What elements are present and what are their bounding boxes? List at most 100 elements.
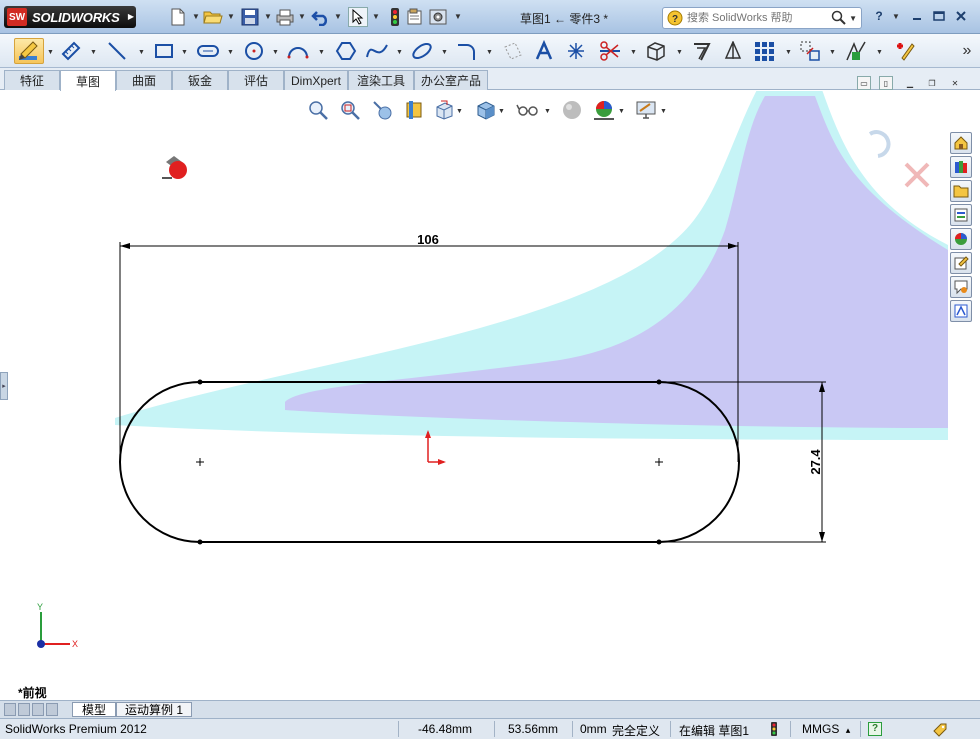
- section-view-button[interactable]: [402, 98, 426, 122]
- file-explorer-button[interactable]: [950, 180, 972, 202]
- chevron-down-icon[interactable]: ▼: [372, 12, 380, 21]
- graphics-area[interactable]: 106 27.4 Y X ▼ ▼ ▼ ▼ ▼ ▸: [0, 91, 948, 700]
- tile-vertical-icon[interactable]: ▯: [879, 76, 893, 90]
- chevron-down-icon[interactable]: ▼: [272, 49, 279, 56]
- previous-view-button[interactable]: [370, 98, 394, 122]
- unit-system-selector[interactable]: MMGS ▴: [802, 722, 850, 736]
- view-settings-button[interactable]: [634, 98, 658, 122]
- circle-button[interactable]: [241, 38, 267, 64]
- chevron-down-icon[interactable]: ▼: [544, 108, 551, 115]
- next-tab-button[interactable]: [32, 703, 44, 716]
- close-button[interactable]: [952, 8, 970, 24]
- chevron-down-icon[interactable]: ▼: [498, 108, 505, 115]
- tab-sheet-metal[interactable]: 钣金: [172, 70, 228, 90]
- search-box[interactable]: ? ▼: [662, 7, 862, 29]
- ellipse-button[interactable]: [409, 38, 435, 64]
- chevron-down-icon[interactable]: ▼: [676, 49, 683, 56]
- solidworks-resources-button[interactable]: [950, 132, 972, 154]
- rectangle-button[interactable]: [151, 38, 177, 64]
- new-document-button[interactable]: [168, 7, 188, 27]
- search-input[interactable]: [687, 12, 827, 24]
- first-tab-button[interactable]: [4, 703, 16, 716]
- solidworks-logo-menu[interactable]: SW SOLIDWORKS ▶: [4, 6, 136, 28]
- chevron-down-icon[interactable]: ▼: [334, 12, 342, 21]
- tag-icon[interactable]: [932, 722, 948, 739]
- chevron-down-icon[interactable]: ▼: [618, 108, 625, 115]
- tab-dimxpert[interactable]: DimXpert: [284, 70, 348, 90]
- spline-button[interactable]: [364, 38, 390, 64]
- doc-close-icon[interactable]: ✕: [948, 76, 962, 90]
- chevron-down-icon[interactable]: ▼: [486, 49, 493, 56]
- line-button[interactable]: [104, 38, 130, 64]
- tab-motion-study[interactable]: 运动算例 1: [116, 702, 192, 717]
- chevron-down-icon[interactable]: ▼: [829, 49, 836, 56]
- smart-dimension-button[interactable]: [58, 38, 84, 64]
- convert-entities-button[interactable]: [643, 38, 669, 64]
- undo-button[interactable]: [311, 7, 331, 27]
- repair-sketch-button[interactable]: [892, 38, 918, 64]
- chevron-down-icon[interactable]: ▼: [876, 49, 883, 56]
- appearances-button[interactable]: [950, 228, 972, 250]
- options-button[interactable]: [428, 7, 448, 27]
- design-library-button[interactable]: [950, 156, 972, 178]
- linear-pattern-button[interactable]: [751, 38, 777, 64]
- mirror-button[interactable]: [720, 38, 746, 64]
- save-button[interactable]: [240, 7, 260, 27]
- chevron-down-icon[interactable]: ▼: [396, 49, 403, 56]
- offset-entities-button[interactable]: [689, 38, 715, 64]
- tab-surfaces[interactable]: 曲面: [116, 70, 172, 90]
- tab-office-products[interactable]: 办公室产品: [414, 70, 488, 90]
- help-button[interactable]: ?: [870, 8, 888, 24]
- chevron-down-icon[interactable]: ▼: [227, 12, 235, 21]
- chevron-down-icon[interactable]: ▼: [892, 12, 900, 21]
- view-palette-button[interactable]: [950, 204, 972, 226]
- chevron-down-icon[interactable]: ▼: [318, 49, 325, 56]
- point-button[interactable]: [563, 38, 589, 64]
- chevron-down-icon[interactable]: ▼: [47, 49, 54, 56]
- arc-button[interactable]: [285, 38, 311, 64]
- feature-manager-expand-handle[interactable]: ▸: [0, 372, 8, 400]
- search-icon[interactable]: [831, 10, 847, 26]
- move-entities-button[interactable]: [797, 38, 823, 64]
- text-button[interactable]: [531, 38, 557, 64]
- tile-horizontal-icon[interactable]: ▭: [857, 76, 871, 90]
- display-relations-button[interactable]: [843, 38, 869, 64]
- edit-appearance-button[interactable]: [560, 98, 584, 122]
- polygon-button[interactable]: [333, 38, 359, 64]
- chevron-down-icon[interactable]: ▼: [138, 49, 145, 56]
- custom-properties-button[interactable]: [950, 252, 972, 274]
- open-button[interactable]: [203, 7, 223, 27]
- tab-features[interactable]: 特征: [4, 70, 60, 90]
- fillet-button[interactable]: [453, 38, 479, 64]
- doc-restore-icon[interactable]: ❐: [925, 76, 939, 90]
- hide-show-items-button[interactable]: [516, 98, 540, 122]
- simulation-button[interactable]: [950, 300, 972, 322]
- chevron-down-icon[interactable]: ▼: [456, 108, 463, 115]
- trim-button[interactable]: [597, 38, 623, 64]
- tab-sketch[interactable]: 草图: [60, 70, 116, 91]
- plane-button[interactable]: [500, 38, 526, 64]
- chevron-down-icon[interactable]: ▼: [264, 12, 272, 21]
- quick-tips-button[interactable]: ?: [868, 722, 882, 736]
- chevron-down-icon[interactable]: ▼: [630, 49, 637, 56]
- zoom-to-area-button[interactable]: [338, 98, 362, 122]
- apply-scene-button[interactable]: [592, 98, 616, 122]
- chevron-down-icon[interactable]: ▼: [660, 108, 667, 115]
- previous-tab-button[interactable]: [18, 703, 30, 716]
- display-style-button[interactable]: [474, 98, 498, 122]
- rebuild-button[interactable]: [385, 7, 405, 27]
- chevron-down-icon[interactable]: ▼: [849, 14, 857, 23]
- restore-button[interactable]: [930, 8, 948, 24]
- chevron-down-icon[interactable]: ▼: [785, 49, 792, 56]
- tab-model[interactable]: 模型: [72, 702, 116, 717]
- zoom-to-fit-button[interactable]: [306, 98, 330, 122]
- chevron-down-icon[interactable]: ▼: [441, 49, 448, 56]
- select-button[interactable]: [348, 7, 368, 27]
- chevron-down-icon[interactable]: ▼: [454, 12, 462, 21]
- minimize-button[interactable]: [908, 8, 926, 24]
- print-button[interactable]: [275, 7, 295, 27]
- more-tools-button[interactable]: »: [954, 38, 980, 64]
- last-tab-button[interactable]: [46, 703, 58, 716]
- tab-evaluate[interactable]: 评估: [228, 70, 284, 90]
- doc-minimize-icon[interactable]: ▁: [903, 76, 917, 90]
